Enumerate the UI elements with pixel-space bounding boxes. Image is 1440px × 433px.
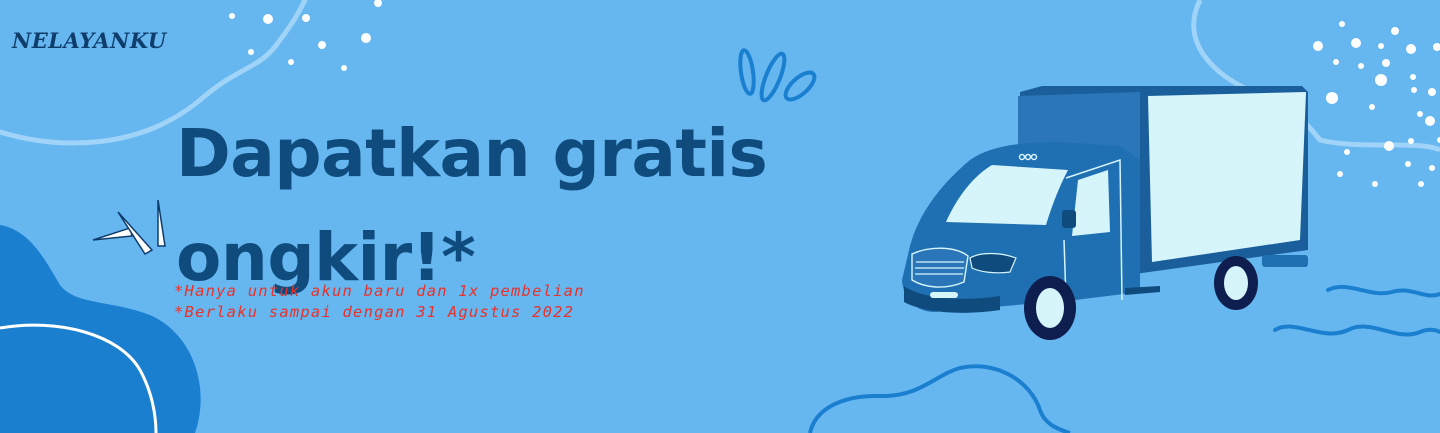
rear-wheel <box>1214 256 1258 310</box>
front-wheel <box>1024 276 1076 340</box>
promo-banner: NELAYANKU Dapatkan gratis ongkir!* *Hany… <box>0 0 1440 433</box>
delivery-truck-icon <box>902 86 1308 340</box>
